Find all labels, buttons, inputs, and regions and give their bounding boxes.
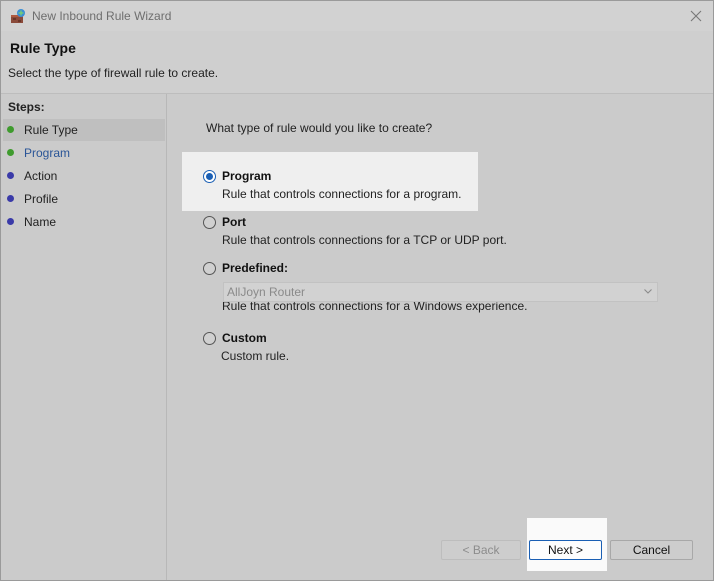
firewall-app-icon <box>10 8 26 24</box>
close-button[interactable] <box>679 1 713 31</box>
port-radio[interactable] <box>203 216 216 229</box>
step-pending-icon <box>7 218 14 225</box>
step-complete-icon <box>7 149 14 156</box>
step-label: Rule Type <box>24 123 78 137</box>
dropdown-value: AllJoyn Router <box>227 285 306 299</box>
window-title: New Inbound Rule Wizard <box>32 9 172 23</box>
program-radio[interactable] <box>203 170 216 183</box>
page-title: Rule Type <box>10 40 76 56</box>
rule-type-question: What type of rule would you like to crea… <box>206 121 433 135</box>
option-title: Port <box>222 215 246 229</box>
custom-radio[interactable] <box>203 332 216 345</box>
option-title: Program <box>222 169 272 183</box>
next-button[interactable]: Next > <box>529 540 602 560</box>
steps-panel: Steps: Rule Type Program Action Profile … <box>1 94 167 580</box>
step-profile[interactable]: Profile <box>3 188 165 210</box>
wizard-window: New Inbound Rule Wizard Rule Type Select… <box>0 0 714 581</box>
step-rule-type[interactable]: Rule Type <box>3 119 165 141</box>
option-description: Rule that controls connections for a pro… <box>222 187 462 201</box>
close-icon <box>690 10 702 22</box>
steps-heading: Steps: <box>8 100 45 114</box>
step-label: Name <box>24 215 57 229</box>
option-description: Rule that controls connections for a TCP… <box>222 233 507 247</box>
cancel-button[interactable]: Cancel <box>610 540 693 560</box>
step-label: Program <box>24 146 71 160</box>
step-pending-icon <box>7 172 14 179</box>
title-bar: New Inbound Rule Wizard <box>1 1 713 31</box>
step-program[interactable]: Program <box>3 142 165 164</box>
main-content: What type of rule would you like to crea… <box>167 94 713 580</box>
back-button[interactable]: < Back <box>441 540 521 560</box>
step-label: Action <box>24 169 58 183</box>
option-title: Predefined: <box>222 261 289 275</box>
step-pending-icon <box>7 195 14 202</box>
step-complete-icon <box>7 126 14 133</box>
chevron-down-icon <box>644 289 652 294</box>
page-subtitle: Select the type of firewall rule to crea… <box>8 66 219 80</box>
step-name[interactable]: Name <box>3 211 165 233</box>
predefined-dropdown[interactable]: AllJoyn Router <box>223 282 658 302</box>
option-description: Custom rule. <box>221 349 290 363</box>
option-title: Custom <box>222 331 267 345</box>
predefined-radio[interactable] <box>203 262 216 275</box>
step-action[interactable]: Action <box>3 165 165 187</box>
wizard-header: Rule Type Select the type of firewall ru… <box>1 31 713 94</box>
step-label: Profile <box>24 192 59 206</box>
